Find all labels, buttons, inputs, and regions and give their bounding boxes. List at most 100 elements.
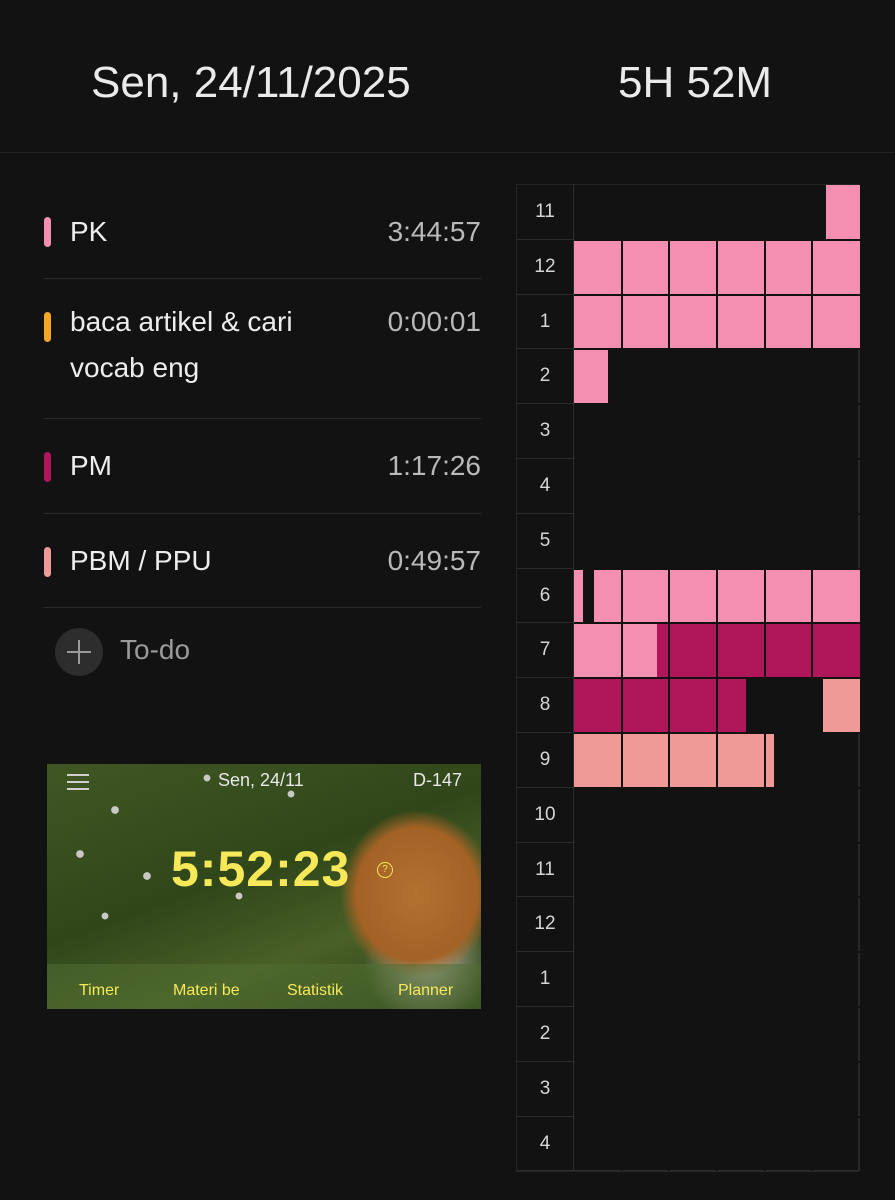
- time-block[interactable]: [656, 623, 860, 679]
- grid-cell[interactable]: [764, 1061, 813, 1117]
- grid-cell[interactable]: [669, 513, 717, 569]
- time-block[interactable]: [574, 568, 583, 624]
- grid-cell[interactable]: [812, 513, 860, 569]
- grid-cell[interactable]: [669, 185, 717, 240]
- grid-cell[interactable]: [669, 842, 717, 898]
- grid-cell[interactable]: [574, 459, 622, 514]
- grid-cell[interactable]: [669, 952, 717, 1007]
- timeline-grid: 11 12 1 2 3 4 5 6 7 8 9 10 11 12 1 2 3 4: [516, 184, 860, 1172]
- grid-cell[interactable]: [812, 1007, 860, 1062]
- grid-cell[interactable]: [621, 185, 670, 240]
- grid-divider: [574, 1060, 860, 1063]
- grid-cell[interactable]: [717, 404, 765, 459]
- grid-cell[interactable]: [764, 952, 813, 1007]
- grid-cell[interactable]: [669, 404, 717, 459]
- grid-cell[interactable]: [812, 952, 860, 1007]
- grid-cell[interactable]: [621, 787, 670, 843]
- grid-cell[interactable]: [574, 787, 622, 843]
- grid-cell[interactable]: [764, 185, 813, 240]
- grid-cell[interactable]: [764, 513, 813, 569]
- grid-cell[interactable]: [574, 1007, 622, 1062]
- grid-cell[interactable]: [717, 349, 765, 405]
- time-block[interactable]: [574, 623, 657, 679]
- time-block[interactable]: [574, 733, 775, 788]
- grid-divider: [574, 951, 860, 954]
- grid-cell[interactable]: [764, 1116, 813, 1172]
- grid-cell[interactable]: [621, 1116, 670, 1172]
- grid-cell[interactable]: [574, 1116, 622, 1172]
- grid-cell[interactable]: [812, 404, 860, 459]
- grid-cell[interactable]: [574, 185, 622, 240]
- nav-planner[interactable]: Planner: [398, 982, 453, 1000]
- task-item-pm[interactable]: PM 1:17:26: [44, 419, 481, 514]
- grid-cell[interactable]: [812, 459, 860, 514]
- grid-cell[interactable]: [717, 1116, 765, 1172]
- grid-cell[interactable]: [621, 459, 670, 514]
- grid-cell[interactable]: [621, 952, 670, 1007]
- grid-cell[interactable]: [574, 1061, 622, 1117]
- time-block[interactable]: [825, 185, 860, 240]
- grid-cell[interactable]: [669, 459, 717, 514]
- grid-cell[interactable]: [717, 459, 765, 514]
- grid-cell[interactable]: [621, 842, 670, 898]
- grid-cell[interactable]: [621, 513, 670, 569]
- task-name: baca artikel & cari vocab eng: [70, 306, 293, 383]
- grid-cell[interactable]: [669, 1061, 717, 1117]
- grid-cell[interactable]: [764, 404, 813, 459]
- hour-label: 2: [517, 1007, 574, 1062]
- task-item-pbm-ppu[interactable]: PBM / PPU 0:49:57: [44, 514, 481, 608]
- grid-cell[interactable]: [621, 897, 670, 953]
- grid-cell[interactable]: [621, 1061, 670, 1117]
- grid-cell[interactable]: [812, 349, 860, 405]
- date-title[interactable]: Sen, 24/11/2025: [91, 58, 411, 108]
- grid-cell[interactable]: [669, 1007, 717, 1062]
- time-block[interactable]: [574, 678, 746, 733]
- grid-cell[interactable]: [717, 513, 765, 569]
- nav-statistik[interactable]: Statistik: [287, 982, 343, 1000]
- grid-cell[interactable]: [621, 404, 670, 459]
- grid-cell[interactable]: [812, 897, 860, 953]
- grid-cell[interactable]: [669, 1116, 717, 1172]
- grid-cell[interactable]: [621, 1007, 670, 1062]
- task-item-pk[interactable]: PK 3:44:57: [44, 185, 481, 279]
- grid-cell[interactable]: [717, 185, 765, 240]
- grid-cell[interactable]: [621, 349, 670, 405]
- grid-cell[interactable]: [717, 787, 765, 843]
- grid-cell[interactable]: [717, 1007, 765, 1062]
- grid-cell[interactable]: [717, 952, 765, 1007]
- grid-cell[interactable]: [764, 1007, 813, 1062]
- grid-divider: [574, 238, 860, 241]
- grid-cell[interactable]: [764, 897, 813, 953]
- nav-materi[interactable]: Materi be: [173, 982, 241, 1000]
- grid-divider: [574, 1115, 860, 1118]
- help-icon[interactable]: ?: [377, 862, 393, 878]
- grid-cell[interactable]: [669, 787, 717, 843]
- grid-cell[interactable]: [812, 1061, 860, 1117]
- grid-cell[interactable]: [574, 404, 622, 459]
- grid-cell[interactable]: [764, 459, 813, 514]
- grid-cell[interactable]: [574, 897, 622, 953]
- task-item-baca-artikel[interactable]: baca artikel & cari vocab eng 0:00:01: [44, 279, 481, 419]
- grid-cell[interactable]: [574, 842, 622, 898]
- time-block[interactable]: [574, 349, 609, 405]
- grid-cell[interactable]: [717, 1061, 765, 1117]
- menu-icon[interactable]: [67, 774, 89, 790]
- grid-cell[interactable]: [717, 842, 765, 898]
- grid-cell[interactable]: [764, 349, 813, 405]
- grid-cell[interactable]: [669, 897, 717, 953]
- grid-cell[interactable]: [574, 952, 622, 1007]
- time-block[interactable]: [822, 678, 860, 733]
- grid-cell[interactable]: [717, 897, 765, 953]
- grid-cell[interactable]: [812, 787, 860, 843]
- grid-cell[interactable]: [812, 733, 860, 788]
- grid-cell[interactable]: [574, 513, 622, 569]
- nav-timer[interactable]: Timer: [79, 982, 119, 1000]
- time-block[interactable]: [594, 568, 860, 624]
- grid-cell[interactable]: [764, 678, 813, 733]
- grid-cell[interactable]: [812, 842, 860, 898]
- grid-cell[interactable]: [764, 787, 813, 843]
- timer-app-thumbnail[interactable]: Sen, 24/11 D-147 5:52:23 ? Timer Materi …: [47, 764, 481, 1009]
- grid-cell[interactable]: [764, 842, 813, 898]
- grid-cell[interactable]: [812, 1116, 860, 1172]
- grid-cell[interactable]: [669, 349, 717, 405]
